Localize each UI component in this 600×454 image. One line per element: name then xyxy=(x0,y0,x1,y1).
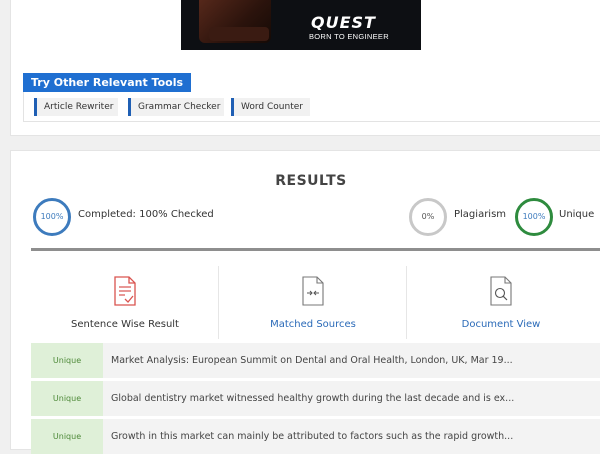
unique-ring: 100% xyxy=(515,198,553,236)
completion-percent: 100% xyxy=(40,212,64,221)
result-sentence: Global dentistry market witnessed health… xyxy=(111,393,515,404)
unique-badge: Unique xyxy=(31,381,103,416)
result-row[interactable]: Unique Global dentistry market witnessed… xyxy=(31,381,600,416)
tab-document-view[interactable]: Document View xyxy=(407,266,595,339)
tool-grammar-checker[interactable]: Grammar Checker xyxy=(128,98,224,116)
progress-bar xyxy=(31,248,600,251)
document-check-icon xyxy=(113,276,137,310)
tab-matched-sources[interactable]: Matched Sources xyxy=(219,266,407,339)
document-compare-icon xyxy=(301,276,325,310)
result-row[interactable]: Unique Market Analysis: European Summit … xyxy=(31,343,600,378)
results-title: RESULTS xyxy=(275,173,347,189)
tool-article-rewriter[interactable]: Article Rewriter xyxy=(34,98,118,116)
result-sentence: Market Analysis: European Summit on Dent… xyxy=(111,355,513,366)
tab-label: Sentence Wise Result xyxy=(71,319,179,330)
unique-percent: 100% xyxy=(522,212,546,221)
unique-badge: Unique xyxy=(31,419,103,454)
ad-banner[interactable]: QUEST BORN TO ENGINEER xyxy=(181,0,421,50)
banner-tagline: BORN TO ENGINEER xyxy=(309,32,389,41)
result-sentence: Growth in this market can mainly be attr… xyxy=(111,431,514,442)
unique-badge: Unique xyxy=(31,343,103,378)
completion-label: Completed: 100% Checked xyxy=(78,209,214,220)
banner-brand: QUEST xyxy=(311,13,376,32)
tool-word-counter[interactable]: Word Counter xyxy=(231,98,310,116)
tab-label: Matched Sources xyxy=(270,319,356,330)
document-search-icon xyxy=(489,276,513,310)
tab-label: Document View xyxy=(461,319,541,330)
tools-list: Article Rewriter Grammar Checker Word Co… xyxy=(23,92,600,122)
plagiarism-label: Plagiarism xyxy=(454,209,507,220)
tools-heading: Try Other Relevant Tools xyxy=(23,73,192,92)
chair-seat-image xyxy=(209,27,269,41)
plagiarism-percent: 0% xyxy=(421,212,435,221)
plagiarism-ring: 0% xyxy=(409,198,447,236)
completion-ring: 100% xyxy=(33,198,71,236)
unique-label: Unique xyxy=(559,209,595,220)
results-panel: RESULTS 100% Completed: 100% Checked 0% … xyxy=(10,150,600,454)
tools-panel: QUEST BORN TO ENGINEER Try Other Relevan… xyxy=(10,0,600,136)
result-row[interactable]: Unique Growth in this market can mainly … xyxy=(31,419,600,454)
tab-sentence-wise-result[interactable]: Sentence Wise Result xyxy=(31,266,219,339)
